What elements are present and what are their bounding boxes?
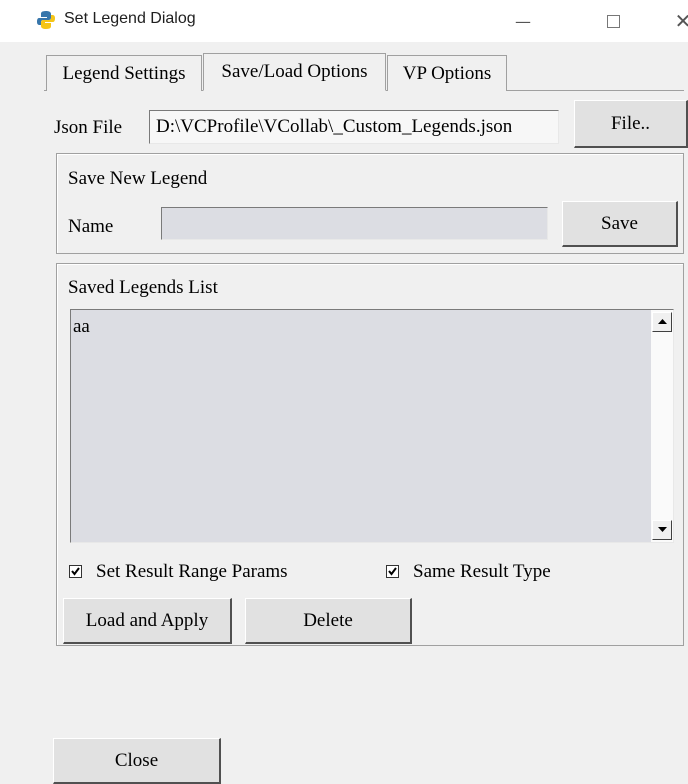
tab-vp-options[interactable]: VP Options [387,55,507,91]
same-result-type-label: Same Result Type [413,561,551,582]
window-title: Set Legend Dialog [64,10,196,27]
delete-button-label: Delete [303,609,353,631]
scroll-down-arrow-icon[interactable] [652,520,672,540]
save-group-title: Save New Legend [68,168,208,189]
maximize-button[interactable] [590,0,636,42]
tab-legend-settings[interactable]: Legend Settings [46,55,202,91]
json-file-label: Json File [54,117,123,138]
minimize-icon: — [515,11,531,31]
vertical-scrollbar[interactable] [651,310,673,542]
title-bar: Set Legend Dialog — ✕ [0,0,688,42]
tab-save-load-options[interactable]: Save/Load Options [203,53,386,91]
list-item[interactable]: aa [73,316,90,338]
set-result-range-checkbox[interactable] [69,565,82,578]
minimize-button[interactable]: — [500,0,546,42]
name-label: Name [68,216,114,237]
maximize-icon [606,14,620,28]
close-button-label: Close [114,749,159,771]
same-result-type-checkbox[interactable] [386,565,399,578]
save-button-label: Save [601,212,638,234]
saved-list-title: Saved Legends List [68,277,218,298]
load-and-apply-button[interactable]: Load and Apply [63,598,232,644]
tab-label: Legend Settings [62,62,186,84]
saved-legends-listbox[interactable]: aa [70,309,674,543]
close-icon: ✕ [674,9,688,33]
checkmark-icon [71,567,80,576]
tab-label: Save/Load Options [221,61,368,82]
close-button[interactable]: Close [53,738,221,784]
close-window-button[interactable]: ✕ [660,0,688,42]
tab-label: VP Options [402,62,492,84]
checkmark-icon [388,567,397,576]
file-button-label: File.. [610,112,651,134]
file-browse-button[interactable]: File.. [574,100,688,148]
save-button[interactable]: Save [562,201,678,247]
set-result-range-label: Set Result Range Params [96,561,288,582]
scroll-up-arrow-icon[interactable] [652,312,672,332]
delete-button[interactable]: Delete [245,598,412,644]
name-field[interactable] [161,207,548,240]
python-icon [37,11,55,29]
load-and-apply-label: Load and Apply [85,609,209,631]
json-file-field[interactable]: D:\VCProfile\VCollab\_Custom_Legends.jso… [149,110,559,144]
